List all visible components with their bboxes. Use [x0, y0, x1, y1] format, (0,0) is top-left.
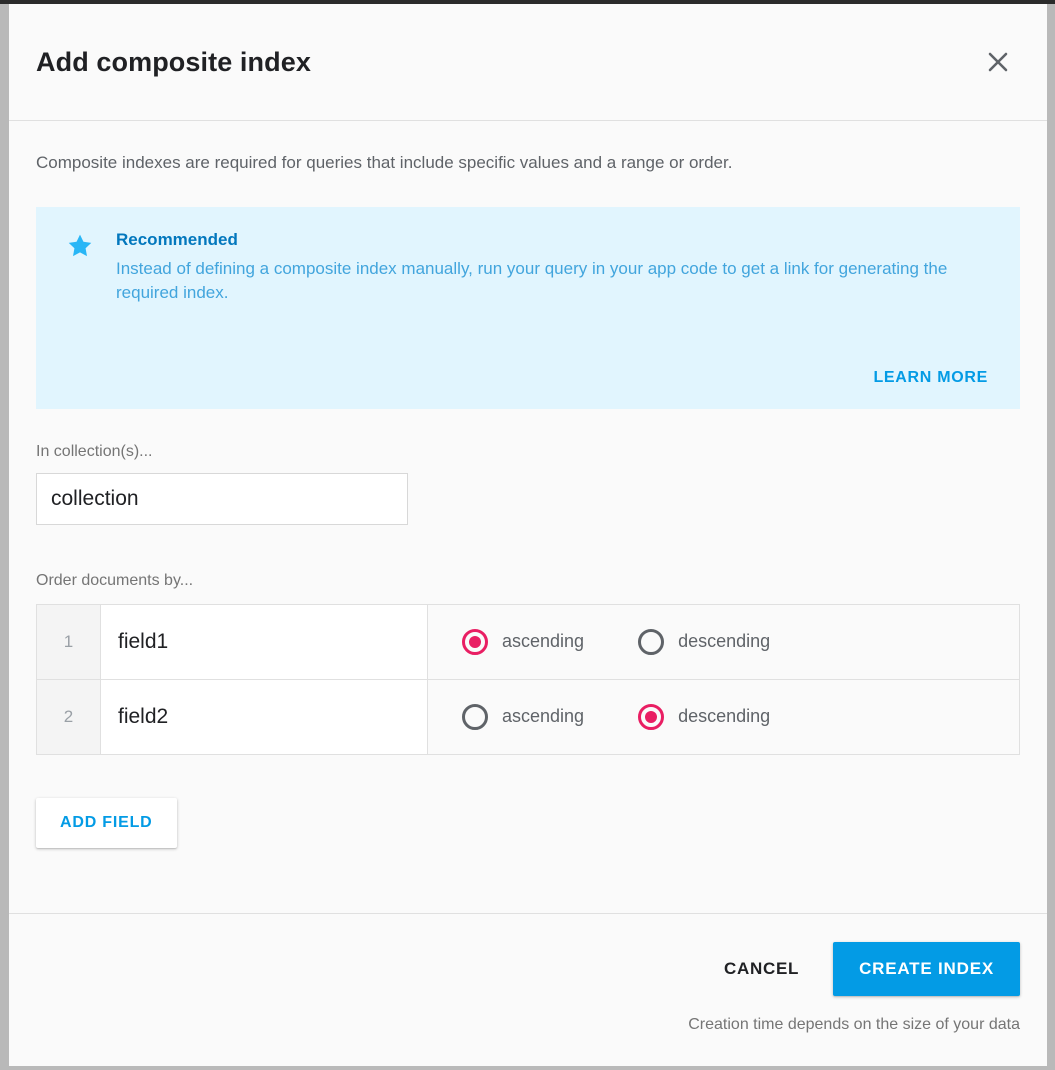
add-field-button[interactable]: ADD FIELD	[36, 798, 177, 848]
row-index: 2	[37, 680, 101, 754]
collection-input[interactable]	[36, 473, 408, 525]
radio-descending-label: descending	[678, 706, 770, 727]
dialog-footer: CANCEL CREATE INDEX Creation time depend…	[9, 913, 1047, 1066]
order-label: Order documents by...	[36, 572, 1020, 590]
recommendation-title: Recommended	[116, 229, 990, 252]
add-composite-index-dialog: Add composite index Composite indexes ar…	[9, 4, 1047, 1066]
cancel-button[interactable]: CANCEL	[706, 945, 817, 993]
collection-label: In collection(s)...	[36, 443, 1020, 461]
order-fields-table: 1 field1 ascending descending	[36, 604, 1020, 755]
radio-descending-indicator	[638, 704, 664, 730]
row-field-name[interactable]: field2	[101, 680, 428, 754]
dialog-intro-text: Composite indexes are required for queri…	[36, 151, 1020, 175]
footer-note: Creation time depends on the size of you…	[36, 1016, 1020, 1034]
radio-descending[interactable]: descending	[638, 629, 770, 655]
row-index: 1	[37, 605, 101, 679]
learn-more-link[interactable]: LEARN MORE	[871, 365, 990, 391]
radio-descending-label: descending	[678, 631, 770, 652]
row-direction-options: ascending descending	[428, 605, 1019, 679]
radio-descending[interactable]: descending	[638, 704, 770, 730]
close-icon[interactable]	[978, 42, 1018, 82]
radio-ascending[interactable]: ascending	[462, 704, 584, 730]
page-background: Add composite index Composite indexes ar…	[0, 0, 1055, 1070]
radio-ascending-indicator	[462, 629, 488, 655]
row-field-name[interactable]: field1	[101, 605, 428, 679]
row-direction-options: ascending descending	[428, 680, 1019, 754]
dialog-title: Add composite index	[36, 46, 978, 78]
table-row: 1 field1 ascending descending	[37, 604, 1019, 679]
create-index-button[interactable]: CREATE INDEX	[833, 942, 1020, 996]
recommendation-body: Instead of defining a composite index ma…	[116, 257, 990, 306]
radio-descending-indicator	[638, 629, 664, 655]
dialog-body: Composite indexes are required for queri…	[9, 121, 1047, 913]
radio-ascending-indicator	[462, 704, 488, 730]
window-top-edge	[0, 0, 1055, 4]
recommendation-banner: Recommended Instead of defining a compos…	[36, 207, 1020, 409]
radio-ascending-label: ascending	[502, 706, 584, 727]
radio-ascending-label: ascending	[502, 631, 584, 652]
star-icon	[66, 232, 94, 260]
dialog-header: Add composite index	[9, 4, 1047, 121]
table-row: 2 field2 ascending descending	[37, 679, 1019, 754]
radio-ascending[interactable]: ascending	[462, 629, 584, 655]
